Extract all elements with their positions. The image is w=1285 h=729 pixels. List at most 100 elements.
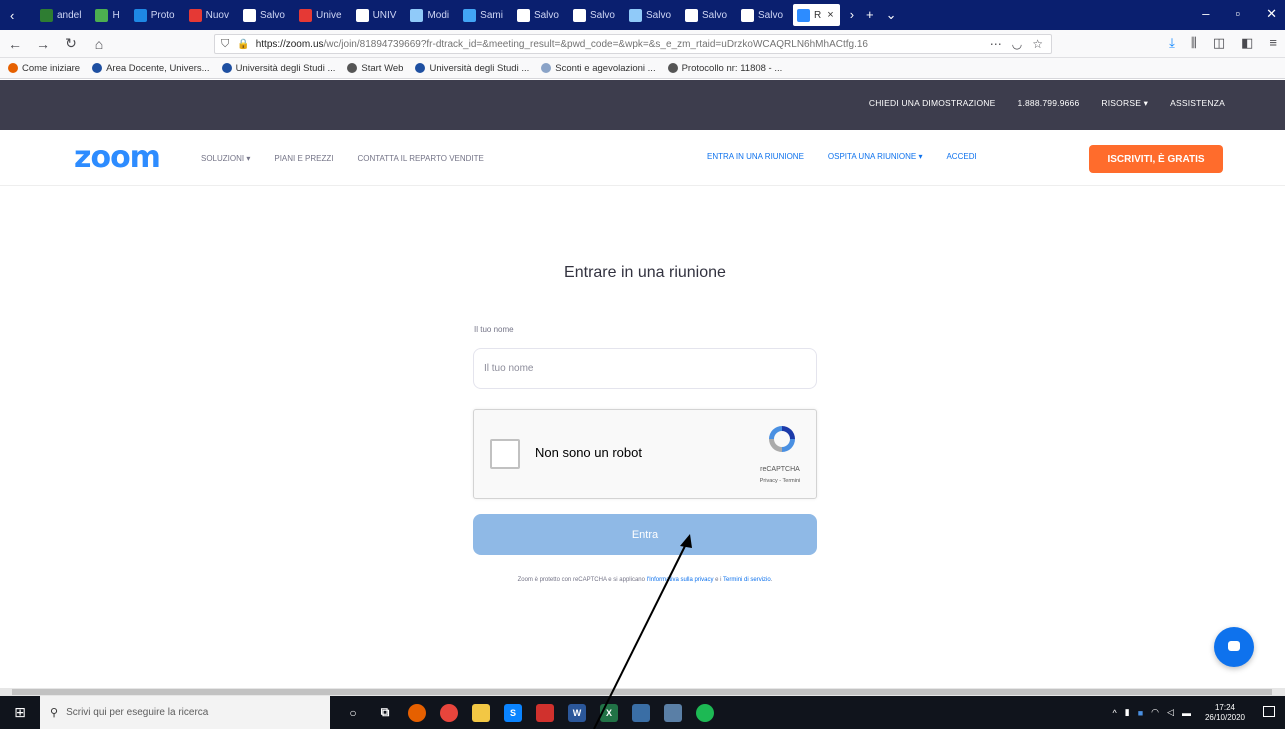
bookmark-star-icon[interactable]: ☆: [1032, 37, 1043, 51]
tracking-shield-icon[interactable]: ⛉: [221, 38, 229, 51]
reload-icon[interactable]: ↻: [64, 35, 78, 52]
close-window-icon[interactable]: ✕: [1266, 6, 1277, 22]
window-controls: – ▫ ✕: [1202, 6, 1277, 22]
teams-icon[interactable]: [664, 703, 682, 722]
file-explorer-icon[interactable]: [472, 703, 490, 722]
browser-tab-strip: ‹ andel H Proto Nuov Salvo Unive UNIV Modi Sami S…: [0, 0, 1285, 30]
bookmark-item[interactable]: Come iniziare: [8, 63, 80, 74]
url-text[interactable]: https://zoom.us/wc/join/81894739669?fr-d…: [256, 39, 982, 50]
bookmark-item[interactable]: Sconti e agevolazioni ...: [541, 63, 656, 74]
tray-wifi-icon[interactable]: ◠: [1151, 707, 1159, 718]
taskbar-clock[interactable]: 17:24 26/10/2020: [1205, 703, 1245, 723]
chevron-left-icon[interactable]: ‹: [10, 8, 14, 23]
browser-tab[interactable]: andel: [36, 4, 87, 26]
lock-icon[interactable]: 🔒: [237, 39, 249, 50]
tray-chevron-icon[interactable]: ^: [1113, 708, 1117, 718]
skype-icon[interactable]: S: [504, 703, 522, 722]
bookmark-item[interactable]: Università degli Studi ...: [221, 63, 335, 74]
task-view-icon[interactable]: ⧉: [376, 704, 394, 722]
menu-icon[interactable]: ≡: [1269, 35, 1277, 51]
library-icon[interactable]: ⫼: [1191, 35, 1197, 51]
tab-favicon-icon: [355, 8, 369, 22]
recaptcha-logo-icon: [762, 422, 802, 461]
bookmark-item[interactable]: Start Web: [347, 63, 403, 74]
sign-up-button[interactable]: ISCRIVITI, È GRATIS: [1089, 145, 1223, 173]
browser-tab-active[interactable]: R ×: [793, 4, 840, 26]
browser-tab[interactable]: Modi: [406, 4, 455, 26]
taskbar-search[interactable]: ⚲ Scrivi qui per eseguire la ricerca: [40, 696, 330, 729]
people-icon[interactable]: [632, 703, 650, 722]
browser-tab[interactable]: Salvo: [239, 4, 291, 26]
windows-start-icon[interactable]: ⊞: [0, 696, 40, 729]
back-arrow-icon[interactable]: ←: [8, 36, 22, 52]
firefox-icon[interactable]: [408, 703, 426, 722]
zoom-logo[interactable]: zoom: [74, 140, 161, 175]
tray-app-icon[interactable]: ▮: [1125, 707, 1130, 718]
notification-center-icon[interactable]: [1263, 706, 1275, 717]
pocket-icon[interactable]: ◡: [1012, 37, 1022, 51]
contact-sales-link[interactable]: CONTATTA IL REPARTO VENDITE: [357, 154, 483, 163]
tab-favicon-icon: [741, 8, 755, 22]
recaptcha-checkbox[interactable]: [490, 439, 520, 469]
excel-icon[interactable]: X: [600, 703, 618, 722]
join-meeting-link[interactable]: ENTRA IN UNA RIUNIONE: [707, 152, 804, 161]
scrollbar-thumb[interactable]: [12, 689, 1272, 695]
spotify-icon[interactable]: [696, 703, 714, 722]
horizontal-scrollbar[interactable]: [0, 688, 1285, 696]
navigation-toolbar: ← → ↻ ⌂ ⛉ 🔒 https://zoom.us/wc/join/8189…: [0, 30, 1285, 58]
support-link[interactable]: ASSISTENZA: [1170, 98, 1225, 109]
tray-battery-icon[interactable]: ▬: [1182, 708, 1191, 718]
new-tab-plus-icon[interactable]: +: [866, 7, 874, 23]
restore-icon[interactable]: ▫: [1235, 6, 1240, 22]
browser-tab[interactable]: Salvo: [569, 4, 621, 26]
privacy-link[interactable]: l'Informativa sulla privacy: [647, 577, 714, 583]
page-actions-icon[interactable]: ⋯: [990, 37, 1002, 51]
request-demo-link[interactable]: CHIEDI UNA DIMOSTRAZIONE: [869, 98, 996, 109]
phone-link[interactable]: 1.888.799.9666: [1018, 98, 1080, 109]
browser-tab[interactable]: Nuov: [185, 4, 235, 26]
word-icon[interactable]: W: [568, 703, 586, 722]
browser-tab[interactable]: Salvo: [737, 4, 789, 26]
bookmark-item[interactable]: Protocollo nr: 11808 - ...: [667, 63, 782, 74]
tab-label: Modi: [427, 9, 450, 21]
chrome-icon[interactable]: [440, 703, 458, 722]
sidebar-icon[interactable]: ◫: [1213, 35, 1225, 51]
tray-volume-icon[interactable]: ◁: [1167, 707, 1174, 718]
minimize-icon[interactable]: –: [1202, 6, 1209, 22]
browser-tab[interactable]: H: [91, 4, 125, 26]
cortana-icon[interactable]: ○: [344, 704, 362, 722]
plans-link[interactable]: PIANI E PREZZI: [274, 154, 333, 163]
browser-tab[interactable]: UNIV: [352, 4, 403, 26]
solutions-menu[interactable]: SOLUZIONI ▾: [201, 154, 250, 163]
url-bar[interactable]: ⛉ 🔒 https://zoom.us/wc/join/81894739669?…: [214, 34, 1052, 54]
bookmark-item[interactable]: Università degli Studi ...: [415, 63, 529, 74]
tray-network-icon[interactable]: ■: [1138, 708, 1143, 718]
recaptcha-privacy-terms[interactable]: Privacy - Termini: [748, 478, 812, 484]
bookmark-item[interactable]: Area Docente, Univers...: [92, 63, 210, 74]
name-input[interactable]: [473, 348, 817, 389]
tab-list-dropdown-icon[interactable]: ⌄: [886, 7, 897, 23]
extension-icon[interactable]: ◧: [1241, 35, 1253, 51]
browser-tab[interactable]: Salvo: [681, 4, 733, 26]
sign-in-link[interactable]: ACCEDI: [946, 152, 976, 161]
browser-tab[interactable]: Sami: [459, 4, 509, 26]
chat-bubble-icon[interactable]: [1214, 627, 1254, 667]
browser-tab[interactable]: Salvo: [513, 4, 565, 26]
browser-tab[interactable]: Unive: [295, 4, 348, 26]
chevron-right-icon[interactable]: ›: [850, 7, 854, 23]
forward-arrow-icon[interactable]: →: [36, 36, 50, 52]
join-button[interactable]: Entra: [473, 514, 817, 555]
tab-label: Proto: [150, 9, 175, 21]
browser-tab[interactable]: Salvo: [625, 4, 677, 26]
terms-link[interactable]: Termini di servizio: [723, 577, 771, 583]
notice-end: .: [770, 577, 773, 583]
downloads-icon[interactable]: ⤓: [1169, 35, 1175, 51]
host-meeting-menu[interactable]: OSPITA UNA RIUNIONE ▾: [828, 152, 923, 161]
resources-menu[interactable]: RISORSE ▾: [1101, 98, 1148, 109]
acrobat-icon[interactable]: [536, 703, 554, 722]
close-tab-icon[interactable]: ×: [827, 9, 833, 21]
home-icon[interactable]: ⌂: [92, 36, 106, 52]
tab-scroll-arrows[interactable]: ‹: [4, 8, 36, 23]
top-links: CHIEDI UNA DIMOSTRAZIONE 1.888.799.9666 …: [869, 98, 1225, 109]
browser-tab[interactable]: Proto: [130, 4, 181, 26]
